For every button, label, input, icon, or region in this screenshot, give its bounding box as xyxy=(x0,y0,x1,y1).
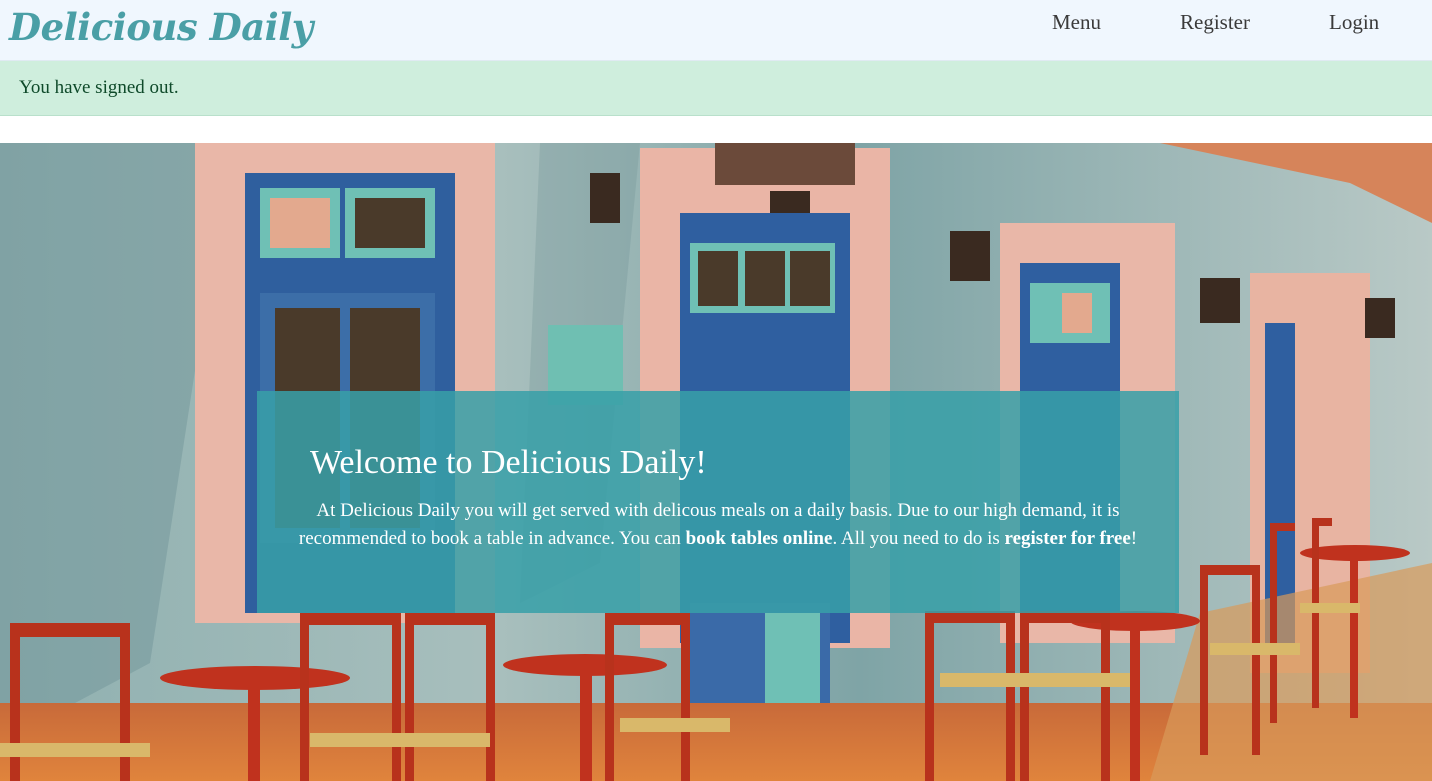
alert-message: You have signed out. xyxy=(19,77,179,98)
nav-register-link[interactable]: Register xyxy=(1180,10,1250,34)
welcome-body: At Delicious Daily you will get served w… xyxy=(297,497,1139,553)
signed-out-alert: You have signed out. xyxy=(0,61,1432,116)
welcome-body-text: . All you need to do is xyxy=(832,528,1005,549)
welcome-box: Welcome to Delicious Daily! At Delicious… xyxy=(257,391,1179,613)
welcome-title: Welcome to Delicious Daily! xyxy=(310,444,707,481)
navbar: Delicious Daily Menu Register Login xyxy=(0,0,1432,61)
brand-logo[interactable]: Delicious Daily xyxy=(9,2,313,52)
register-free-link[interactable]: register for free xyxy=(1005,528,1131,549)
book-tables-link[interactable]: book tables online xyxy=(686,528,833,549)
nav-login-link[interactable]: Login xyxy=(1329,10,1379,34)
nav-menu-link[interactable]: Menu xyxy=(1052,10,1101,34)
welcome-body-text: ! xyxy=(1130,528,1138,549)
hero-section: Welcome to Delicious Daily! At Delicious… xyxy=(0,143,1432,781)
